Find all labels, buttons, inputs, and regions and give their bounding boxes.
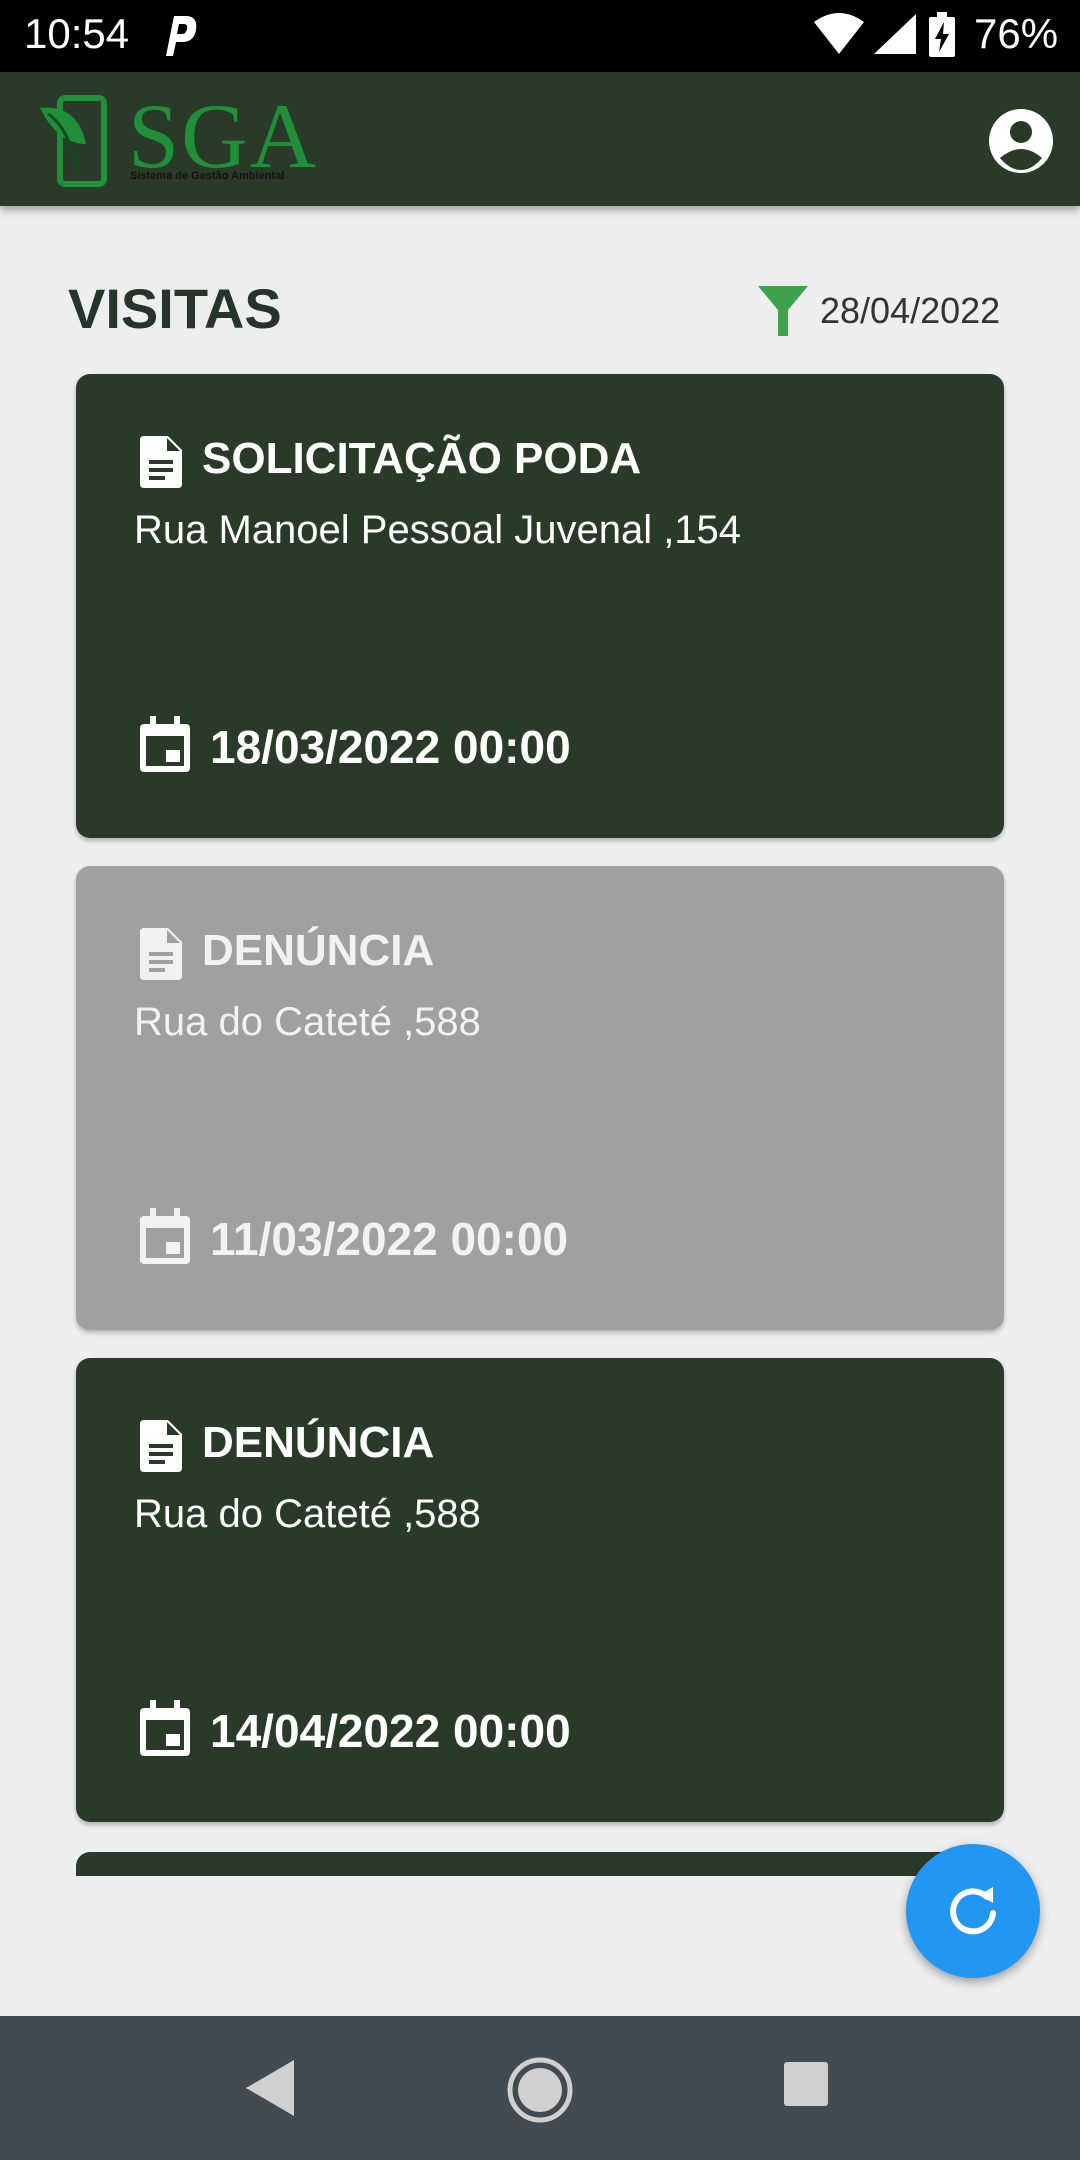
document-icon [140, 1420, 182, 1472]
page-title: VISITAS [68, 277, 282, 340]
visit-type: DENÚNCIA [202, 1418, 435, 1467]
visit-card[interactable]: DENÚNCIA Rua do Cateté ,588 11/03/2022 0… [76, 866, 1004, 1330]
cell-signal-icon [874, 14, 916, 54]
filter-date[interactable]: 28/04/2022 [820, 290, 1000, 332]
status-bar: 10:54 76% [0, 0, 1080, 72]
document-icon [140, 436, 182, 488]
recent-apps-icon[interactable] [782, 2060, 830, 2108]
wifi-icon [814, 13, 864, 54]
account-circle-icon[interactable] [988, 108, 1054, 174]
calendar-icon [140, 1700, 190, 1756]
visit-card[interactable]: SOLICITAÇÃO PODA Rua Manoel Pessoal Juve… [76, 374, 1004, 838]
visit-datetime: 11/03/2022 00:00 [210, 1213, 569, 1265]
visit-type: SOLICITAÇÃO PODA [202, 434, 642, 483]
visit-datetime: 18/03/2022 00:00 [210, 721, 571, 773]
app-bar: SGA Sistema de Gestão Ambiental [0, 72, 1080, 206]
filter-icon[interactable] [756, 284, 810, 338]
status-time: 10:54 [24, 10, 130, 57]
system-nav-bar [0, 2016, 1080, 2160]
battery-percent: 76% [974, 10, 1059, 57]
document-icon [140, 928, 182, 980]
parking-notification-icon [166, 16, 197, 56]
calendar-icon [140, 1208, 190, 1264]
logo-subtitle: Sistema de Gestão Ambiental [130, 170, 285, 182]
calendar-icon [140, 716, 190, 772]
visit-card[interactable]: DENÚNCIA Rua do Cateté ,588 14/04/2022 0… [76, 1358, 1004, 1822]
logo-phone-leaf-icon [40, 95, 107, 187]
home-icon[interactable] [506, 2056, 574, 2124]
refresh-icon [950, 1887, 996, 1935]
refresh-button[interactable] [906, 1844, 1040, 1978]
visit-card-partial[interactable] [76, 1852, 1004, 1876]
visit-type: DENÚNCIA [202, 926, 435, 975]
sga-logo: SGA Sistema de Gestão Ambiental [38, 86, 318, 190]
battery-charging-icon [929, 12, 955, 57]
visit-address: Rua Manoel Pessoal Juvenal ,154 [134, 508, 742, 552]
back-icon[interactable] [242, 2056, 298, 2120]
visit-address: Rua do Cateté ,588 [134, 1000, 481, 1044]
visit-datetime: 14/04/2022 00:00 [210, 1705, 571, 1757]
visit-address: Rua do Cateté ,588 [134, 1492, 481, 1536]
